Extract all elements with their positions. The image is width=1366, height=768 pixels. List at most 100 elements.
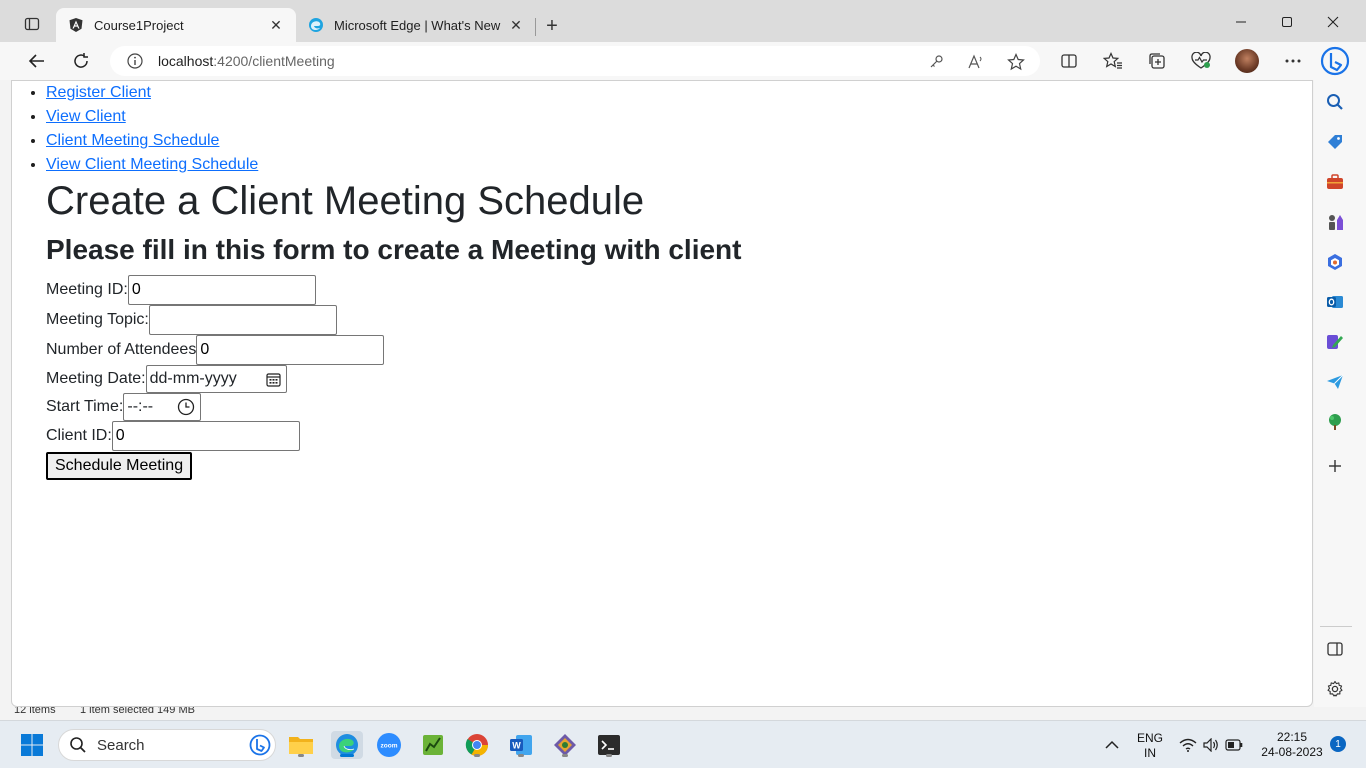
favorites-icon[interactable] xyxy=(1098,46,1128,76)
taskbar-search[interactable]: Search xyxy=(58,729,276,761)
close-window-icon[interactable] xyxy=(1310,10,1356,34)
meeting-id-field[interactable] xyxy=(127,275,316,305)
meeting-topic-label: Meeting Topic: xyxy=(46,311,149,328)
browser-essentials-icon[interactable] xyxy=(1186,46,1216,76)
read-aloud-icon[interactable] xyxy=(966,52,986,72)
system-tray-status[interactable] xyxy=(1174,731,1248,759)
calendar-icon[interactable] xyxy=(266,372,281,387)
battery-icon xyxy=(1225,739,1243,751)
active-indicator xyxy=(340,754,354,757)
meeting-date-field[interactable]: dd-mm-yyyy xyxy=(145,365,287,393)
outlook-icon[interactable] xyxy=(1324,291,1346,313)
page-subtitle: Please fill in this form to create a Mee… xyxy=(46,234,742,265)
settings-gear-icon[interactable] xyxy=(1324,678,1346,700)
browser-toolbar: localhost:4200/clientMeeting xyxy=(0,42,1366,80)
edge-taskbar-icon[interactable] xyxy=(331,731,363,759)
language-indicator[interactable]: ENG IN xyxy=(1132,731,1168,761)
meeting-date-label: Meeting Date: xyxy=(46,370,146,387)
attendees-row: Number of Attendees xyxy=(46,335,385,365)
language-line-2: IN xyxy=(1144,746,1156,760)
close-tab-icon[interactable]: ✕ xyxy=(268,17,284,33)
start-time-value: --:-- xyxy=(127,398,154,415)
running-indicator xyxy=(474,754,480,757)
language-line-1: ENG xyxy=(1136,731,1163,745)
nav-link-view-client[interactable]: View Client xyxy=(46,108,126,125)
nav-item: View Client Meeting Schedule xyxy=(46,155,258,179)
more-options-icon[interactable] xyxy=(1278,46,1308,76)
start-time-label: Start Time: xyxy=(46,398,124,415)
profile-avatar[interactable] xyxy=(1235,49,1259,73)
running-indicator xyxy=(562,754,568,757)
windows-start-icon[interactable] xyxy=(18,731,46,759)
terminal-icon[interactable] xyxy=(595,731,623,759)
new-tab-icon[interactable]: + xyxy=(540,14,564,38)
status-item-count: 12 items xyxy=(14,707,56,716)
drop-notes-icon[interactable] xyxy=(1324,331,1346,353)
chart-app-icon[interactable] xyxy=(419,731,447,759)
favorite-star-icon[interactable] xyxy=(1006,52,1026,72)
svg-text:W: W xyxy=(512,741,521,751)
zoom-icon[interactable]: zoom xyxy=(375,731,403,759)
tab-separator xyxy=(535,18,536,36)
address-bar[interactable]: localhost:4200/clientMeeting xyxy=(110,46,1040,76)
tab-actions-icon[interactable] xyxy=(14,10,50,38)
key-icon[interactable] xyxy=(926,52,946,72)
games-icon[interactable] xyxy=(1324,211,1346,233)
nav-link-view-client-meeting-schedule[interactable]: View Client Meeting Schedule xyxy=(46,156,258,173)
meeting-topic-field[interactable] xyxy=(148,305,337,335)
page-content: Register Client View Client Client Meeti… xyxy=(11,80,1313,707)
clock-icon[interactable] xyxy=(177,398,195,416)
search-icon[interactable] xyxy=(1324,91,1346,113)
notification-badge[interactable]: 1 xyxy=(1330,736,1346,752)
meeting-date-value: dd-mm-yyyy xyxy=(149,370,237,387)
word-icon[interactable]: W xyxy=(507,731,535,759)
send-icon[interactable] xyxy=(1324,371,1346,393)
file-explorer-icon[interactable] xyxy=(287,731,315,759)
clock-date: 24-08-2023 xyxy=(1261,745,1323,759)
minimize-icon[interactable] xyxy=(1218,10,1264,34)
tree-icon[interactable] xyxy=(1324,411,1346,433)
nav-item: View Client xyxy=(46,107,258,131)
add-sidebar-app-icon[interactable] xyxy=(1324,455,1346,477)
schedule-meeting-button[interactable]: Schedule Meeting xyxy=(46,452,193,480)
microsoft-365-icon[interactable] xyxy=(1324,251,1346,273)
refresh-icon[interactable] xyxy=(66,46,96,76)
bing-icon xyxy=(249,734,271,756)
nav-item: Register Client xyxy=(46,83,258,107)
tab-title: Course1Project xyxy=(94,17,184,33)
start-time-field[interactable]: --:-- xyxy=(123,393,202,421)
meeting-id-label: Meeting ID: xyxy=(46,281,128,298)
shopping-tag-icon[interactable] xyxy=(1324,131,1346,153)
tab-course1project[interactable]: Course1Project ✕ xyxy=(56,8,296,42)
git-tool-icon[interactable] xyxy=(551,731,579,759)
maximize-icon[interactable] xyxy=(1264,10,1310,34)
client-id-field[interactable] xyxy=(111,421,300,451)
attendees-field[interactable] xyxy=(196,335,385,365)
url-host: localhost xyxy=(158,53,214,69)
wifi-icon xyxy=(1179,738,1197,752)
tools-briefcase-icon[interactable] xyxy=(1324,171,1346,193)
edge-sidebar xyxy=(1314,80,1366,720)
running-indicator xyxy=(518,754,524,757)
chevron-up-icon[interactable] xyxy=(1098,731,1126,759)
url-path: :4200/clientMeeting xyxy=(213,53,335,69)
nav-link-client-meeting-schedule[interactable]: Client Meeting Schedule xyxy=(46,132,219,149)
meeting-topic-row: Meeting Topic: xyxy=(46,305,337,335)
meeting-date-row: Meeting Date: dd-mm-yyyy xyxy=(46,365,287,393)
sidebar-divider xyxy=(1320,626,1352,627)
hide-sidebar-icon[interactable] xyxy=(1324,638,1346,660)
bing-copilot-icon[interactable] xyxy=(1318,44,1352,78)
chrome-icon[interactable] xyxy=(463,731,491,759)
split-screen-icon[interactable] xyxy=(1054,46,1084,76)
tab-whats-new[interactable]: Microsoft Edge | What's New ✕ xyxy=(296,8,536,42)
close-tab-icon[interactable]: ✕ xyxy=(508,17,524,33)
svg-text:zoom: zoom xyxy=(381,743,398,750)
tab-title: Microsoft Edge | What's New xyxy=(334,17,501,33)
back-icon[interactable] xyxy=(22,46,52,76)
search-icon xyxy=(69,736,87,754)
nav-link-register-client[interactable]: Register Client xyxy=(46,84,151,101)
site-info-icon[interactable] xyxy=(126,52,144,70)
clock[interactable]: 22:15 24-08-2023 xyxy=(1256,730,1328,760)
collections-icon[interactable] xyxy=(1142,46,1172,76)
volume-icon xyxy=(1203,738,1219,752)
